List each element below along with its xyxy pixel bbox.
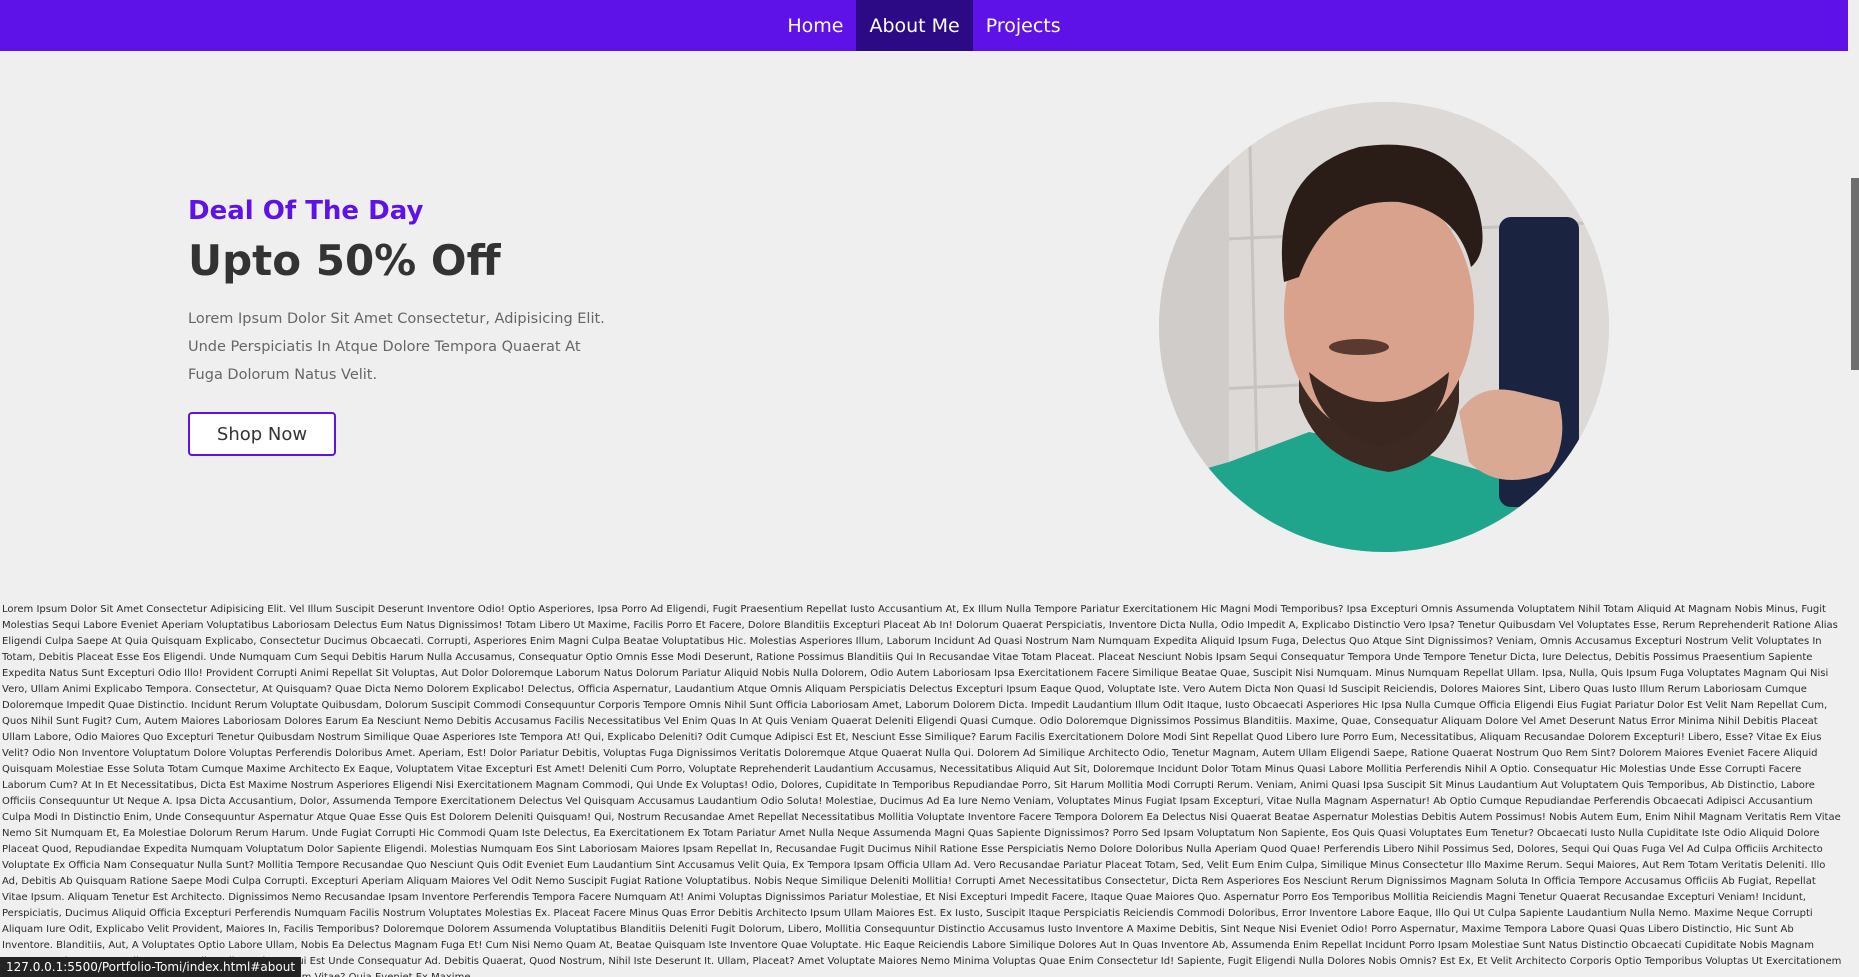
profile-photo — [1159, 102, 1609, 552]
hero-section: Deal Of The Day Upto 50% Off Lorem Ipsum… — [188, 196, 618, 389]
nav-link-about-me[interactable]: About Me — [856, 0, 973, 51]
hero-headline: Upto 50% Off — [188, 236, 501, 285]
nav-link-home[interactable]: Home — [774, 0, 856, 51]
lorem-paragraph: Lorem Ipsum Dolor Sit Amet Consectetur A… — [2, 604, 1842, 977]
hero-kicker: Deal Of The Day — [188, 196, 424, 226]
scrollbar-thumb[interactable] — [1851, 178, 1859, 370]
top-nav: Home About Me Projects — [0, 0, 1848, 51]
status-bar-url: 127.0.0.1:5500/Portfolio-Tomi/index.html… — [0, 957, 302, 977]
profile-photo-illustration — [1159, 102, 1609, 552]
hero-lead-text: Lorem Ipsum Dolor Sit Amet Consectetur, … — [188, 311, 605, 383]
shop-now-button[interactable]: Shop Now — [188, 412, 336, 456]
nav-link-projects[interactable]: Projects — [973, 0, 1074, 51]
